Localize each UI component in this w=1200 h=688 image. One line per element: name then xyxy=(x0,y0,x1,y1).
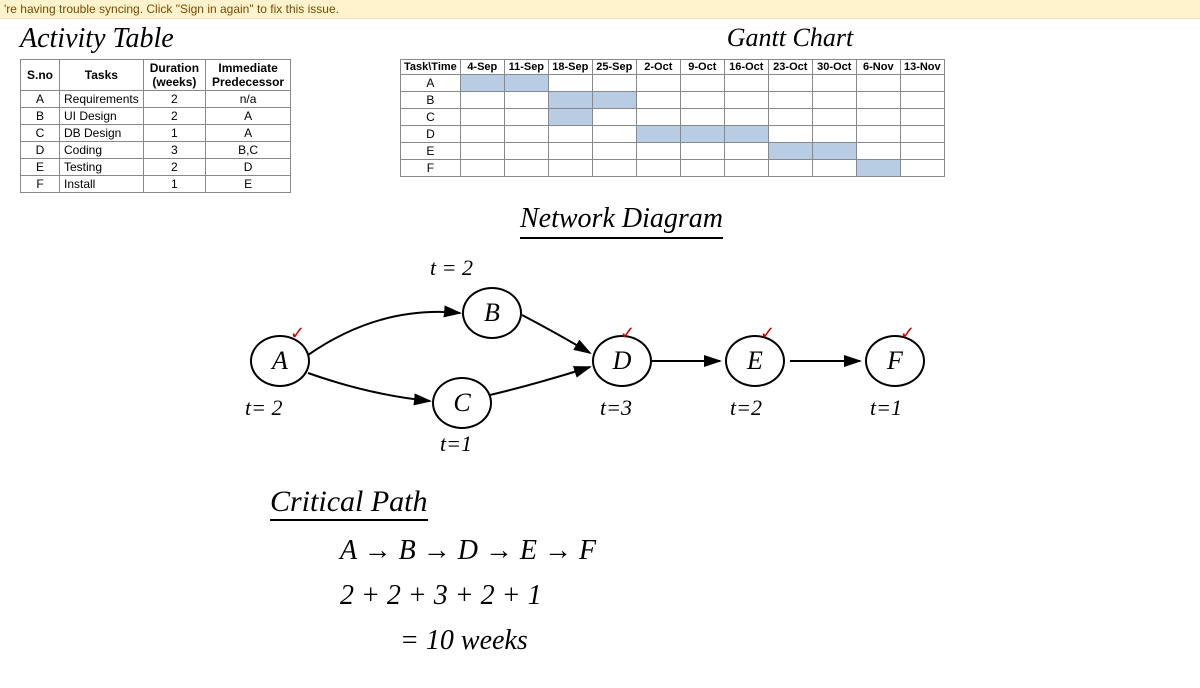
col-sno: S.no xyxy=(21,60,60,91)
critical-path-title: Critical Path xyxy=(270,485,428,521)
node-c: C xyxy=(432,377,492,429)
network-title: Network Diagram xyxy=(520,203,723,239)
node-f-time: t=1 xyxy=(870,395,902,421)
critical-path-seq: A → B → D → E → F xyxy=(340,535,596,567)
sync-warning-bar: 're having trouble syncing. Click "Sign … xyxy=(0,0,1200,19)
table-row: FInstall1E xyxy=(21,176,291,193)
diagram-arrows xyxy=(0,195,1200,685)
node-e: E xyxy=(725,335,785,387)
node-e-time: t=2 xyxy=(730,395,762,421)
table-row: CDB Design1A xyxy=(21,125,291,142)
gantt-title: Gantt Chart xyxy=(400,23,1180,53)
gantt-section: Gantt Chart Task\Time4-Sep11-Sep18-Sep25… xyxy=(400,23,1180,193)
critical-path-result: = 10 weeks xyxy=(400,625,528,657)
activity-table: S.no Tasks Duration(weeks) ImmediatePred… xyxy=(20,59,291,193)
col-tasks: Tasks xyxy=(60,60,144,91)
tick-icon: ✓ xyxy=(290,323,305,344)
activity-table-section: Activity Table S.no Tasks Duration(weeks… xyxy=(20,23,360,193)
node-c-time: t=1 xyxy=(440,431,472,457)
col-pred: ImmediatePredecessor xyxy=(206,60,291,91)
tick-icon: ✓ xyxy=(760,323,775,344)
table-row: BUI Design2A xyxy=(21,108,291,125)
table-row: DCoding3B,C xyxy=(21,142,291,159)
tick-icon: ✓ xyxy=(620,323,635,344)
diagram-area: Network Diagram A ✓ t= 2 B t = 2 C t=1 D… xyxy=(0,195,1200,685)
critical-path-sum: 2 + 2 + 3 + 2 + 1 xyxy=(340,580,542,612)
col-duration: Duration(weeks) xyxy=(143,60,205,91)
tick-icon: ✓ xyxy=(900,323,915,344)
node-f: F xyxy=(865,335,925,387)
top-section: Activity Table S.no Tasks Duration(weeks… xyxy=(0,19,1200,197)
table-row: ARequirements2n/a xyxy=(21,91,291,108)
gantt-table: Task\Time4-Sep11-Sep18-Sep25-Sep2-Oct9-O… xyxy=(400,59,945,177)
node-a-time: t= 2 xyxy=(245,395,282,421)
node-d-time: t=3 xyxy=(600,395,632,421)
activity-title: Activity Table xyxy=(20,23,360,55)
table-row: ETesting2D xyxy=(21,159,291,176)
node-b-time: t = 2 xyxy=(430,255,473,281)
node-b: B xyxy=(462,287,522,339)
